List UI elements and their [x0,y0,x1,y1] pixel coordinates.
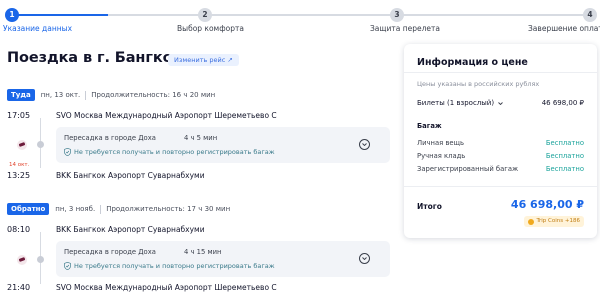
baggage-row-label: Ручная кладь [417,152,466,160]
divider [404,72,597,73]
shield-check-icon [64,262,71,270]
baggage-row: Ручная кладь Бесплатно [417,152,584,160]
return-departure-airport: BKK Бангкок Аэропорт Суварнабхуми [56,225,205,234]
step-2-label: Выбор комфорта [177,24,244,33]
return-transfer-box: Пересадка в городе Доха 4 ч 15 мин Не тр… [56,241,390,277]
step-3-dot: 3 [390,8,404,22]
step-4-label: Завершение оплаты [528,24,600,33]
step-1-dot: 1 [5,8,19,22]
baggage-title: Багаж [417,122,442,130]
baggage-row: Зарегистрированный багаж Бесплатно [417,165,584,173]
tickets-toggle[interactable]: Билеты (1 взрослый) [417,99,503,107]
step-2-dot: 2 [198,8,212,22]
coin-icon [528,218,535,225]
separator [85,90,87,100]
tickets-value: 46 698,00 ₽ [541,99,584,107]
baggage-row-value: Бесплатно [545,139,584,147]
return-date: пн, 3 нояб. [55,205,96,213]
return-timeline-dot [37,256,44,263]
return-departure-time: 08:10 [7,225,31,234]
chevron-down-icon [498,101,503,105]
step-3-label: Защита перелета [370,24,440,33]
outbound-transfer-box: Пересадка в городе Доха 4 ч 5 мин Не тре… [56,127,390,163]
trip-coins-text: Trip Coins +186 [536,218,580,224]
transfer-note-text: Не требуется получать и повторно регистр… [74,148,275,156]
transfer-title: Пересадка в городе Доха [64,248,156,256]
return-header: Обратно пн, 3 нояб. Продолжительность: 1… [7,203,230,215]
transfer-baggage-note: Не требуется получать и повторно регистр… [64,262,275,270]
chevron-down-icon [362,143,367,146]
page-title: Поездка в г. Бангкок [7,50,183,66]
direction-badge-return: Обратно [7,203,50,215]
outbound-departure-time: 17:05 [7,111,31,120]
outbound-header: Туда пн, 13 окт. Продолжительность: 16 ч… [7,89,215,101]
airline-logo-icon [17,255,27,265]
total-label: Итого [417,202,442,211]
external-link-icon: ↗ [227,56,233,64]
expand-outbound-button[interactable] [359,139,370,150]
total-value: 46 698,00 ₽ [510,198,584,211]
change-flight-label: Изменить рейс [174,56,226,64]
baggage-row-label: Личная вещь [417,139,464,147]
separator [100,204,102,214]
outbound-arrival-time: 13:25 [7,171,31,180]
chevron-down-icon [362,257,367,260]
currency-note: Цены указаны в российских рублях [417,80,540,88]
arrival-next-day-date: 14 окт. [9,162,30,168]
progress-stepper: 1 2 3 4 Указание данных Выбор комфорта З… [0,0,600,36]
baggage-row-value: Бесплатно [545,165,584,173]
step-4-dot: 4 [583,8,597,22]
transfer-duration: 4 ч 5 мин [184,134,218,142]
change-flight-button[interactable]: Изменить рейс ↗ [168,54,239,66]
stepper-track-active [12,14,108,16]
price-info-card: Информация о цене Цены указаны в российс… [404,44,597,238]
transfer-duration: 4 ч 15 мин [184,248,222,256]
return-duration: Продолжительность: 17 ч 30 мин [106,205,231,213]
shield-check-icon [64,148,71,156]
outbound-duration: Продолжительность: 16 ч 20 мин [91,91,216,99]
baggage-row: Личная вещь Бесплатно [417,139,584,147]
airline-logo-icon [17,140,27,150]
outbound-departure-airport: SVO Москва Международный Аэропорт Шереме… [56,111,277,120]
price-card-title: Информация о цене [417,57,528,68]
outbound-date: пн, 13 окт. [40,91,81,99]
transfer-note-text: Не требуется получать и повторно регистр… [74,262,275,270]
transfer-baggage-note: Не требуется получать и повторно регистр… [64,148,275,156]
outbound-arrival-airport: BKK Бангкок Аэропорт Суварнабхуми [56,171,205,180]
return-arrival-time: 21:40 [7,283,31,292]
direction-badge-outbound: Туда [7,89,35,101]
divider [404,186,597,187]
step-1-label: Указание данных [3,24,73,33]
expand-return-button[interactable] [359,253,370,264]
tickets-label: Билеты (1 взрослый) [417,99,495,107]
trip-coins-badge: Trip Coins +186 [524,216,584,227]
baggage-row-value: Бесплатно [545,152,584,160]
return-arrival-airport: SVO Москва Международный Аэропорт Шереме… [56,283,277,292]
transfer-title: Пересадка в городе Доха [64,134,156,142]
outbound-timeline-dot [37,141,44,148]
baggage-row-label: Зарегистрированный багаж [417,165,519,173]
